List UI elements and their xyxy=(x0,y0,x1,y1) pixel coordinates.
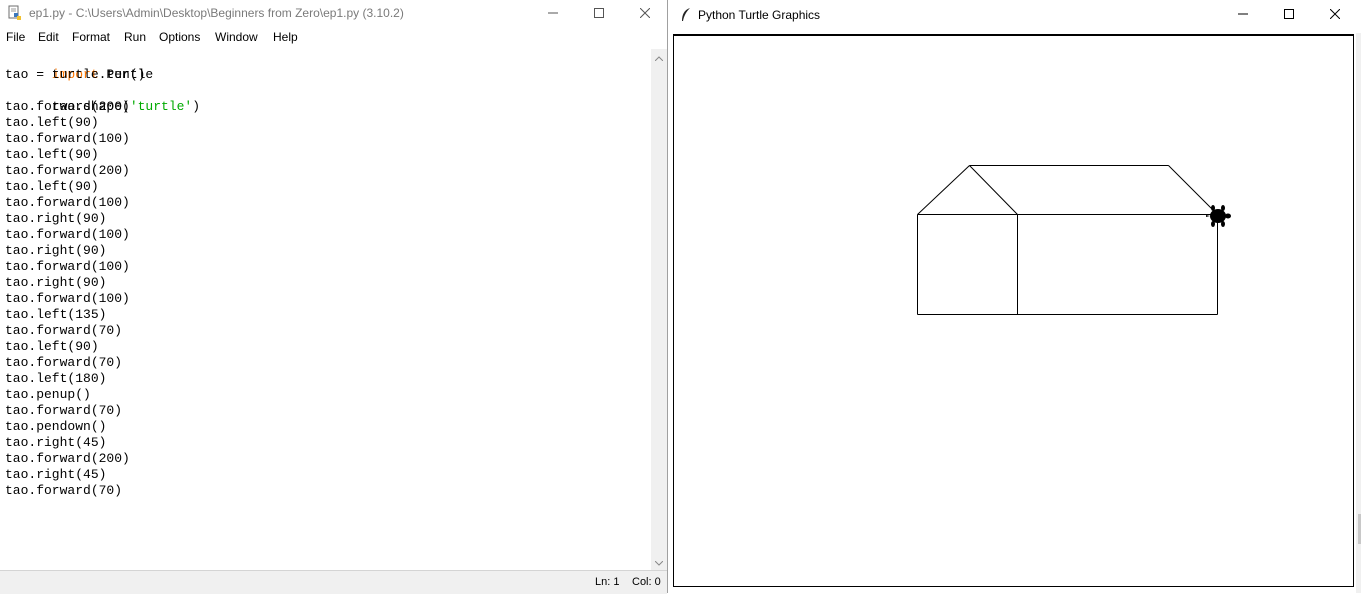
code-line[interactable]: tao.forward(70) xyxy=(5,323,122,339)
code-line[interactable]: tao.left(180) xyxy=(5,371,106,387)
code-line[interactable]: tao.forward(200) xyxy=(5,99,130,115)
turtle-graphics-window: Python Turtle Graphics xyxy=(667,0,1361,593)
turtle-cursor xyxy=(1206,205,1231,227)
maximize-button[interactable] xyxy=(576,0,622,27)
roof-gable-slope xyxy=(969,165,1018,215)
turtle-canvas[interactable] xyxy=(673,34,1354,587)
turtle-window-title: Python Turtle Graphics xyxy=(698,8,821,22)
code-line[interactable]: tao.right(45) xyxy=(5,467,106,483)
idle-window-title: ep1.py - C:\Users\Admin\Desktop\Beginner… xyxy=(29,6,404,20)
close-button[interactable] xyxy=(1312,0,1358,30)
code-line[interactable]: tao.left(90) xyxy=(5,179,99,195)
menu-window[interactable]: Window xyxy=(215,30,258,44)
turtle-title-bar[interactable]: Python Turtle Graphics xyxy=(668,0,1361,30)
code-line[interactable]: tao.left(90) xyxy=(5,147,99,163)
maximize-button[interactable] xyxy=(1266,0,1312,30)
code-line[interactable]: tao.left(90) xyxy=(5,115,99,131)
idle-menu-bar: File Edit Format Run Options Window Help xyxy=(0,28,667,48)
chevron-up-icon xyxy=(654,48,664,66)
chevron-down-icon xyxy=(654,553,664,571)
idle-title-bar[interactable]: ep1.py - C:\Users\Admin\Desktop\Beginner… xyxy=(0,0,667,27)
code-line[interactable]: tao.left(90) xyxy=(5,339,99,355)
string-literal: 'turtle' xyxy=(129,99,193,114)
code-line[interactable]: tao.pendown() xyxy=(5,419,106,435)
turtle-drawing xyxy=(917,165,1231,315)
code-line[interactable]: tao.forward(200) xyxy=(5,163,130,179)
close-icon xyxy=(1329,6,1341,24)
minimize-icon xyxy=(548,5,558,23)
menu-format[interactable]: Format xyxy=(72,30,110,44)
close-icon xyxy=(639,5,651,23)
maximize-icon xyxy=(1284,6,1294,24)
status-bar: Ln: 1 Col: 0 xyxy=(0,570,667,594)
code-line[interactable]: tao.forward(70) xyxy=(5,483,122,499)
maximize-icon xyxy=(594,5,604,23)
code-line[interactable]: tao.forward(70) xyxy=(5,355,122,371)
idle-editor-window: ep1.py - C:\Users\Admin\Desktop\Beginner… xyxy=(0,0,667,594)
code-line[interactable]: tao.forward(100) xyxy=(5,131,130,147)
minimize-button[interactable] xyxy=(530,0,576,27)
feather-icon xyxy=(679,7,693,23)
code-line[interactable]: tao.right(90) xyxy=(5,275,106,291)
code-line-1[interactable]: import turtle xyxy=(5,51,153,82)
menu-file[interactable]: File xyxy=(6,30,25,44)
status-line-number: Ln: 1 xyxy=(595,576,620,588)
code-line[interactable]: tao.forward(100) xyxy=(5,195,130,211)
code-line[interactable]: tao.forward(70) xyxy=(5,403,122,419)
code-line[interactable]: tao.right(45) xyxy=(5,435,106,451)
code-editor[interactable]: import turtle tao = turtle.Pen() tao.sha… xyxy=(0,49,651,570)
scroll-down-button[interactable] xyxy=(651,554,667,570)
code-line[interactable]: tao.right(90) xyxy=(5,211,106,227)
scroll-up-button[interactable] xyxy=(651,49,667,65)
menu-run[interactable]: Run xyxy=(124,30,146,44)
code-line[interactable]: tao.right(90) xyxy=(5,243,106,259)
roof-right-slope xyxy=(1168,165,1218,215)
menu-options[interactable]: Options xyxy=(159,30,200,44)
idle-app-icon xyxy=(7,5,23,21)
code-line-3[interactable]: tao.shape('turtle') xyxy=(5,83,200,114)
code-line[interactable]: tao.left(135) xyxy=(5,307,106,323)
code-line[interactable]: tao.forward(100) xyxy=(5,227,130,243)
menu-edit[interactable]: Edit xyxy=(38,30,59,44)
code-line[interactable]: tao = turtle.Pen() xyxy=(5,67,145,83)
close-button[interactable] xyxy=(622,0,668,27)
menu-help[interactable]: Help xyxy=(273,30,298,44)
code-line[interactable]: tao.forward(200) xyxy=(5,451,130,467)
code-line-3-suffix: ) xyxy=(192,99,201,114)
canvas-scrollbar-edge[interactable] xyxy=(1356,33,1361,593)
code-line[interactable]: tao.forward(100) xyxy=(5,291,130,307)
roof-left-slope xyxy=(917,165,970,215)
code-line[interactable]: tao.forward(100) xyxy=(5,259,130,275)
status-column-number: Col: 0 xyxy=(632,576,661,588)
minimize-button[interactable] xyxy=(1220,0,1266,30)
code-line[interactable]: tao.penup() xyxy=(5,387,91,403)
minimize-icon xyxy=(1238,6,1248,24)
editor-vertical-scrollbar[interactable] xyxy=(651,49,667,570)
